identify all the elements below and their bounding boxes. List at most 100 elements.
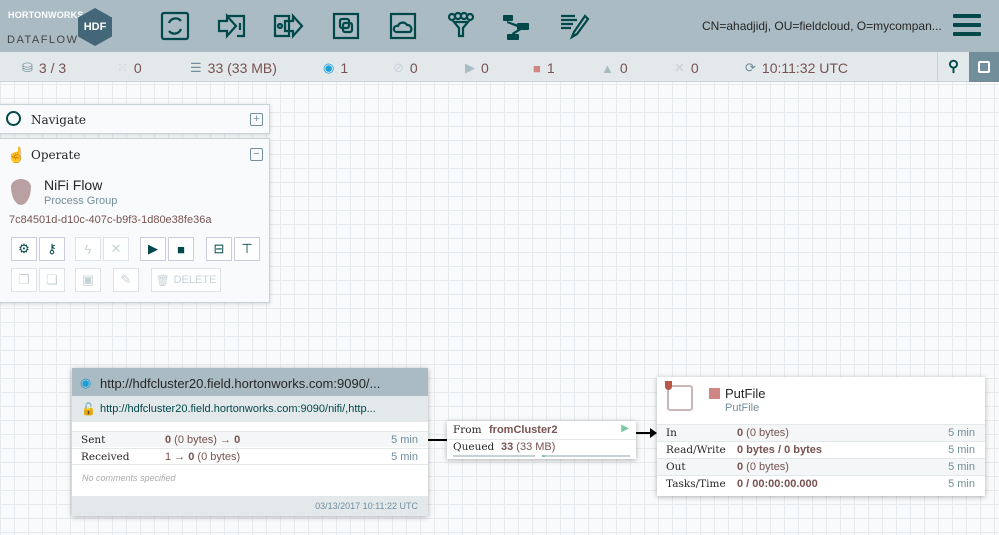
template-save-icon: ⊟ [213,241,225,256]
disabled-icon: ✕ [674,60,685,75]
stats-out-row: Out 0 (0 bytes) 5 min [657,458,985,475]
navigate-title: Navigate [31,113,87,127]
backpressure-count-bar [453,455,535,457]
status-disabled: ✕ 0 [674,60,699,76]
processor-icon[interactable] [157,8,193,44]
status-not-transmitting: ⊘ 0 [393,60,418,76]
disabled-bolt-icon: ✕ [110,241,122,256]
rpg-uri: http://hdfcluster20.field.hortonworks.co… [100,403,376,415]
stop-icon: ■ [533,60,541,76]
remote-process-group-icon[interactable] [385,8,421,44]
queue-list-icon: ☰ [190,60,202,75]
template-upload-icon: ⊤ [241,241,253,256]
status-cluster-nodes: ⛁ 3 / 3 [22,60,67,76]
transmitting-play-icon: ▶ [621,423,629,434]
logo-hortonworks: HORTONWORKS [8,10,84,20]
play-icon: ▶ [465,60,475,75]
input-port-icon[interactable] [213,8,249,44]
color-button[interactable]: ✎ [113,268,139,292]
process-group-icon[interactable] [328,8,364,44]
status-transmitting: ◉ 1 [323,60,349,76]
arrowhead-icon [650,428,657,438]
processor-type: PutFile [725,402,760,414]
create-template-button[interactable]: ⊟ [206,237,232,261]
operate-panel: ☝ Operate − NiFi Flow Process Group 7c84… [0,138,270,303]
refresh-icon[interactable]: ⟳ [745,60,756,76]
note-icon [978,61,990,73]
not-transmitting-icon: ⊘ [393,60,404,75]
output-port-icon[interactable] [270,8,306,44]
trash-icon: 🗑 [155,274,170,287]
search-button[interactable]: ⚲ [937,52,969,82]
group-button[interactable]: ▣ [75,268,101,292]
rpg-title: http://hdfcluster20.field.hortonworks.co… [100,376,381,391]
status-running: ▶ 0 [465,60,489,76]
selection-name: NiFi Flow [44,177,103,193]
global-menu-button[interactable] [953,14,981,38]
connection-label[interactable]: From fromCluster2 ▶ Queued 33 (33 MB) [447,421,636,459]
transmitting-icon: ◉ [323,60,335,75]
rpg-comments: No comments specified [82,473,176,483]
delete-button[interactable]: 🗑 DELETE [151,268,221,292]
selection-id: 7c84501d-d10c-407c-b9f3-1d80e38fe36a [9,214,212,226]
upload-template-button[interactable]: ⊤ [234,237,260,261]
brush-icon: ✎ [120,272,132,287]
rpg-sent-row: Sent 0 (0 bytes) → 0 5 min [72,431,428,447]
status-invalid: ▲ 0 [601,60,628,76]
status-bar [0,52,999,82]
expand-icon[interactable]: + [250,113,263,126]
search-icon: ⚲ [948,58,959,75]
threads-icon: ⁙ [117,60,128,75]
enable-button[interactable]: ϟ [75,237,101,261]
stats-tasks-row: Tasks/Time 0 / 00:00:00.000 5 min [657,475,985,493]
bolt-icon: ϟ [84,241,92,257]
status-queued: ☰ 33 (33 MB) [190,60,277,76]
backpressure-size-bar [542,455,630,457]
process-group-drop-icon [11,179,31,205]
collapse-icon[interactable]: − [250,148,263,161]
label-icon[interactable] [556,8,592,44]
connection-source: fromCluster2 [489,424,558,436]
paste-icon: ❏ [46,272,58,287]
connection-line-in[interactable] [428,439,448,441]
selection-type: Process Group [44,195,118,207]
compass-icon [6,111,21,126]
remote-process-group[interactable]: ◉ http://hdfcluster20.field.hortonworks.… [72,368,428,516]
copy-icon: ❐ [18,272,30,287]
operate-title: Operate [31,148,81,162]
restricted-shield-icon [665,381,672,390]
transmitting-icon: ◉ [80,375,92,390]
status-last-refreshed: ⟳ 10:11:32 UTC [745,60,849,76]
unlock-icon: 🔓 [81,402,96,416]
processor-putfile[interactable]: PutFile PutFile In 0 (0 bytes) 5 min Read/… [657,377,985,496]
stop-button[interactable]: ■ [168,237,194,261]
key-icon: ⚷ [47,241,57,256]
disable-button[interactable]: ✕ [103,237,129,261]
cubes-icon: ⛁ [22,60,33,75]
processor-name: PutFile [725,386,766,401]
current-user: CN=ahadjidj, OU=fieldcloud, O=mycompan..… [702,19,942,33]
bulletin-board-button[interactable] [969,52,999,82]
status-stopped: ■ 1 [533,60,555,76]
stopped-status-icon [709,388,720,399]
hand-pointer-icon: ☝ [7,147,26,164]
rpg-timestamp: 03/13/2017 10:11:22 UTC [315,501,418,511]
connection-queued: 33 (33 MB) [501,441,556,453]
navigate-panel: Navigate + [0,104,270,134]
group-icon: ▣ [81,272,95,287]
stop-icon: ■ [177,241,185,257]
funnel-icon[interactable] [442,8,478,44]
stats-in-row: In 0 (0 bytes) 5 min [657,424,985,441]
start-button[interactable]: ▶ [140,237,166,261]
access-policies-button[interactable]: ⚷ [39,237,65,261]
rpg-received-row: Received 1 → 0 (0 bytes) 5 min [72,448,428,464]
copy-button[interactable]: ❐ [11,268,37,292]
configure-button[interactable]: ⚙ [11,237,37,261]
template-icon[interactable] [499,8,535,44]
gear-icon: ⚙ [18,241,30,256]
paste-button[interactable]: ❏ [39,268,65,292]
logo-dataflow: DATAFLOW [7,34,79,46]
status-active-threads: ⁙ 0 [117,60,142,76]
play-icon: ▶ [148,241,158,256]
stats-readwrite-row: Read/Write 0 bytes / 0 bytes 5 min [657,441,985,458]
